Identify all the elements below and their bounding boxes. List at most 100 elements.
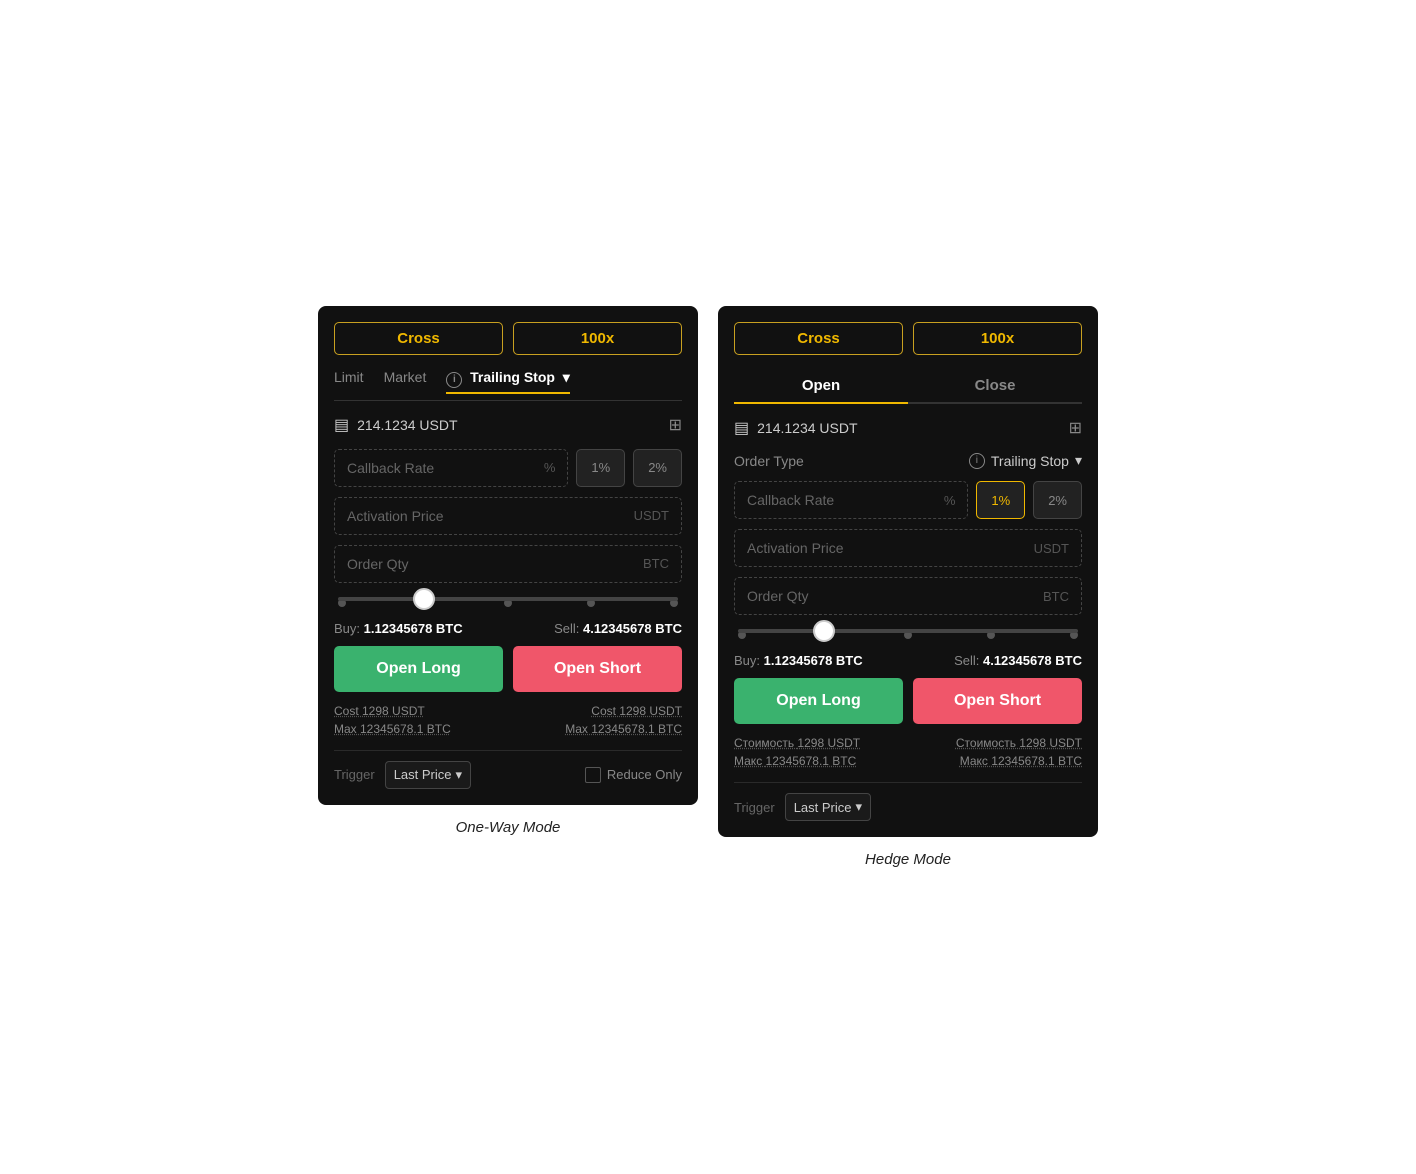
right-action-buttons: Open Long Open Short [734, 678, 1082, 724]
right-callback-btn1[interactable]: 1% [976, 481, 1025, 519]
left-max-row: Max 12345678.1 BTC Max 12345678.1 BTC [334, 722, 682, 736]
left-buy-label: Buy: 1.12345678 BTC [334, 621, 463, 636]
right-max-left: Макс 12345678.1 BTC [734, 754, 856, 768]
right-tab-close[interactable]: Close [908, 369, 1082, 404]
right-trigger-label: Trigger [734, 800, 775, 815]
left-balance-row: ▤ 214.1234 USDT ⊞ [334, 415, 682, 435]
left-callback-label: Callback Rate [347, 460, 434, 476]
right-order-type-row: Order Type i Trailing Stop ▾ [734, 452, 1082, 469]
left-tab-limit[interactable]: Limit [334, 369, 364, 394]
right-buy-label: Buy: 1.12345678 BTC [734, 653, 863, 668]
left-buysell-row: Buy: 1.12345678 BTC Sell: 4.12345678 BTC [334, 621, 682, 636]
left-card-icon: ▤ [334, 415, 349, 435]
left-callback-input[interactable]: Callback Rate % [334, 449, 568, 487]
left-panel-label: One-Way Mode [456, 819, 561, 836]
left-trigger-chevron: ▾ [456, 767, 463, 783]
right-callback-btn2[interactable]: 2% [1033, 481, 1082, 519]
left-max-right: Max 12345678.1 BTC [565, 722, 682, 736]
right-trigger-chevron: ▾ [856, 799, 863, 815]
right-order-type-value: Trailing Stop [991, 453, 1069, 469]
left-cost-row: Cost 1298 USDT Cost 1298 USDT [334, 704, 682, 718]
left-reduce-only-checkbox[interactable] [585, 767, 601, 783]
right-panel-label: Hedge Mode [865, 851, 951, 868]
left-info-icon: i [446, 372, 462, 388]
right-max-right: Макс 12345678.1 BTC [960, 754, 1082, 768]
right-open-short-button[interactable]: Open Short [913, 678, 1082, 724]
right-card-icon: ▤ [734, 418, 749, 438]
left-order-qty-row[interactable]: Order Qty BTC [334, 545, 682, 583]
right-info-icon: i [969, 453, 985, 469]
right-leverage-button[interactable]: 100x [913, 322, 1082, 355]
left-tab-trailing-stop[interactable]: i Trailing Stop ▾ [446, 369, 569, 394]
right-slider-container[interactable] [734, 629, 1082, 639]
right-order-type-selector[interactable]: i Trailing Stop ▾ [969, 452, 1082, 469]
right-cost-left: Стоимость 1298 USDT [734, 736, 860, 750]
right-order-qty-row[interactable]: Order Qty BTC [734, 577, 1082, 615]
left-activation-price-row[interactable]: Activation Price USDT [334, 497, 682, 535]
left-callback-btn1[interactable]: 1% [576, 449, 625, 487]
right-top-buttons: Cross 100x [734, 322, 1082, 355]
right-callback-row: Callback Rate % 1% 2% [734, 481, 1082, 519]
right-cross-button[interactable]: Cross [734, 322, 903, 355]
left-tab-market[interactable]: Market [384, 369, 427, 394]
right-max-row: Макс 12345678.1 BTC Макс 12345678.1 BTC [734, 754, 1082, 768]
right-open-long-button[interactable]: Open Long [734, 678, 903, 724]
left-action-buttons: Open Long Open Short [334, 646, 682, 692]
right-panel: Cross 100x Open Close ▤ 214.1234 USDT ⊞ … [718, 306, 1098, 837]
right-slider-thumb[interactable] [813, 620, 835, 642]
right-tab-open[interactable]: Open [734, 369, 908, 404]
left-activation-price-unit: USDT [634, 508, 669, 523]
left-reduce-only: Reduce Only [585, 767, 682, 783]
left-order-qty-unit: BTC [643, 556, 669, 571]
left-slider-container[interactable] [334, 597, 682, 607]
right-buysell-row: Buy: 1.12345678 BTC Sell: 4.12345678 BTC [734, 653, 1082, 668]
right-callback-unit: % [944, 493, 956, 508]
left-max-left: Max 12345678.1 BTC [334, 722, 451, 736]
left-calc-icon[interactable]: ⊞ [669, 415, 682, 435]
left-trigger-label: Trigger [334, 767, 375, 782]
left-reduce-only-label: Reduce Only [607, 767, 682, 782]
right-balance-left: ▤ 214.1234 USDT [734, 418, 858, 438]
left-order-qty-label: Order Qty [347, 556, 408, 572]
right-trigger-select[interactable]: Last Price ▾ [785, 793, 871, 821]
right-order-qty-label: Order Qty [747, 588, 808, 604]
left-cost-left: Cost 1298 USDT [334, 704, 425, 718]
right-order-type-label: Order Type [734, 453, 804, 469]
left-callback-unit: % [544, 460, 556, 475]
left-cross-button[interactable]: Cross [334, 322, 503, 355]
left-panel-wrapper: Cross 100x Limit Market i Trailing Stop … [318, 306, 698, 836]
left-balance-value: 214.1234 USDT [357, 417, 457, 433]
right-sell-label: Sell: 4.12345678 BTC [954, 653, 1082, 668]
right-cost-row: Стоимость 1298 USDT Стоимость 1298 USDT [734, 736, 1082, 750]
panels-container: Cross 100x Limit Market i Trailing Stop … [318, 306, 1098, 868]
right-last-price-label: Last Price [794, 800, 852, 815]
right-order-type-chevron: ▾ [1075, 452, 1082, 469]
left-top-buttons: Cross 100x [334, 322, 682, 355]
left-panel: Cross 100x Limit Market i Trailing Stop … [318, 306, 698, 805]
right-hedge-tabs: Open Close [734, 369, 1082, 404]
left-sell-label: Sell: 4.12345678 BTC [554, 621, 682, 636]
right-balance-value: 214.1234 USDT [757, 420, 857, 436]
left-callback-row: Callback Rate % 1% 2% [334, 449, 682, 487]
right-slider-track [738, 629, 1078, 633]
left-open-long-button[interactable]: Open Long [334, 646, 503, 692]
left-leverage-button[interactable]: 100x [513, 322, 682, 355]
right-balance-row: ▤ 214.1234 USDT ⊞ [734, 418, 1082, 438]
right-activation-price-unit: USDT [1034, 541, 1069, 556]
left-slider-track [338, 597, 678, 601]
right-callback-input[interactable]: Callback Rate % [734, 481, 968, 519]
left-callback-btn2[interactable]: 2% [633, 449, 682, 487]
left-slider-thumb[interactable] [413, 588, 435, 610]
right-cost-right: Стоимость 1298 USDT [956, 736, 1082, 750]
right-activation-price-row[interactable]: Activation Price USDT [734, 529, 1082, 567]
left-trigger-row: Trigger Last Price ▾ Reduce Only [334, 750, 682, 789]
left-open-short-button[interactable]: Open Short [513, 646, 682, 692]
left-last-price-label: Last Price [394, 767, 452, 782]
left-balance-left: ▤ 214.1234 USDT [334, 415, 458, 435]
left-cost-right: Cost 1298 USDT [591, 704, 682, 718]
left-trigger-select[interactable]: Last Price ▾ [385, 761, 471, 789]
right-panel-wrapper: Cross 100x Open Close ▤ 214.1234 USDT ⊞ … [718, 306, 1098, 868]
right-callback-label: Callback Rate [747, 492, 834, 508]
right-calc-icon[interactable]: ⊞ [1069, 418, 1082, 438]
right-order-qty-unit: BTC [1043, 589, 1069, 604]
